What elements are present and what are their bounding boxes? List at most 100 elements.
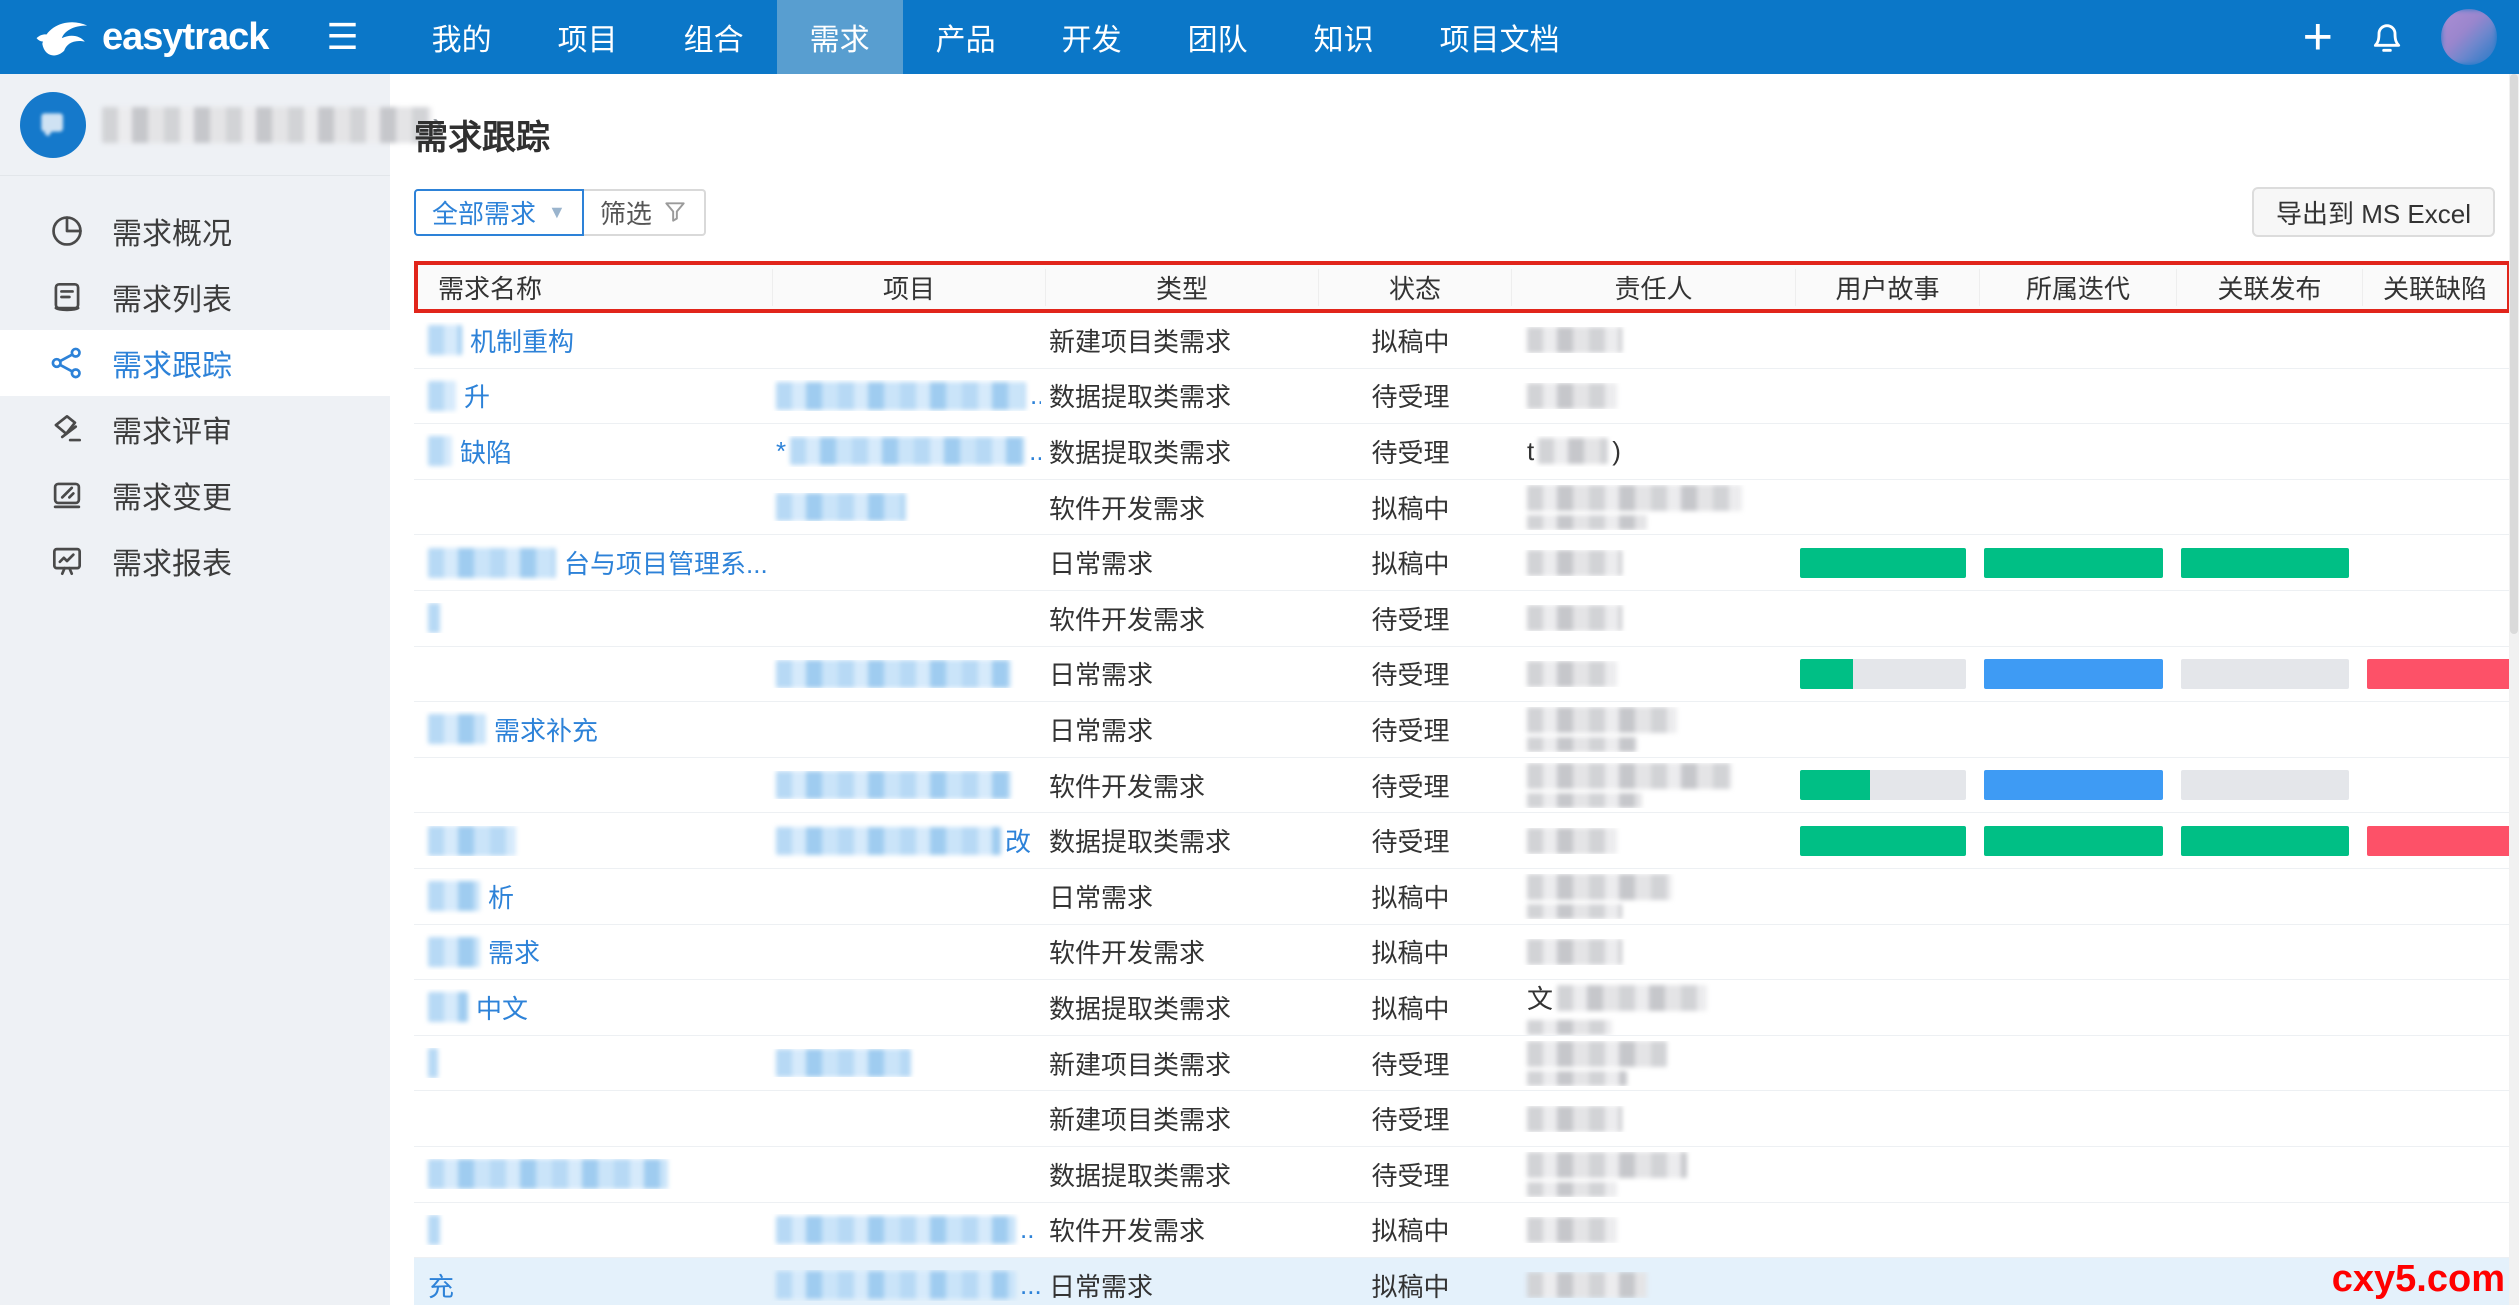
project-cell[interactable]: *... — [768, 436, 1041, 467]
sidebar-item-需求变更[interactable]: 需求变更 — [0, 462, 390, 528]
project-cell[interactable] — [768, 1049, 1041, 1077]
table-row[interactable]: 析日常需求拟稿中 — [414, 869, 2511, 925]
nav-tab-组合[interactable]: 组合 — [651, 0, 777, 74]
filter-button[interactable]: 筛选 — [584, 189, 706, 236]
scrollbar-thumb[interactable] — [2510, 74, 2518, 634]
requirement-name-cell[interactable]: 充 — [414, 1267, 768, 1304]
nav-tab-需求[interactable]: 需求 — [777, 0, 903, 74]
table-row[interactable]: 充...日常需求拟稿中 — [414, 1258, 2511, 1305]
table-row[interactable]: 新建项目类需求待受理 — [414, 1091, 2511, 1147]
nav-tab-产品[interactable]: 产品 — [903, 0, 1029, 74]
requirement-name-cell[interactable]: 析 — [414, 878, 768, 915]
sidebar-item-需求评审[interactable]: 需求评审 — [0, 396, 390, 462]
table-row[interactable]: 日常需求待受理 — [414, 647, 2511, 703]
column-header-状态[interactable]: 状态 — [1318, 269, 1511, 306]
nav-tab-开发[interactable]: 开发 — [1029, 0, 1155, 74]
column-header-类型[interactable]: 类型 — [1045, 269, 1318, 306]
add-plus-icon[interactable]: + — [2303, 11, 2333, 63]
requirement-name-cell[interactable]: 需求 — [414, 933, 768, 970]
requirement-name-cell[interactable] — [414, 826, 768, 856]
column-header-责任人[interactable]: 责任人 — [1511, 269, 1795, 306]
requirement-name-link[interactable]: 充 — [428, 1267, 454, 1304]
progress-bar[interactable] — [2181, 826, 2349, 856]
table-row[interactable]: 中文数据提取类需求拟稿中文 — [414, 980, 2511, 1036]
requirement-name-cell[interactable] — [414, 1215, 768, 1245]
progress-bar[interactable] — [2181, 548, 2349, 578]
requirement-name-link[interactable]: 台与项目管理系... — [564, 544, 768, 581]
table-row[interactable]: 数据提取类需求待受理 — [414, 1147, 2511, 1203]
hamburger-menu-icon[interactable]: ☰ — [326, 19, 358, 55]
table-row[interactable]: 台与项目管理系...日常需求拟稿中 — [414, 535, 2511, 591]
redacted-text — [1527, 1020, 1612, 1035]
sidebar-team-header[interactable]: › — [0, 74, 390, 176]
column-header-项目[interactable]: 项目 — [772, 269, 1045, 306]
user-avatar[interactable] — [2441, 9, 2497, 65]
requirement-name-cell[interactable]: 需求补充 — [414, 711, 768, 748]
table-row[interactable]: 软件开发需求待受理 — [414, 591, 2511, 647]
project-cell[interactable]: ... — [768, 1270, 1041, 1301]
requirement-name-cell[interactable]: 缺陷 — [414, 433, 768, 470]
project-cell[interactable] — [768, 771, 1041, 799]
table-row[interactable]: 软件开发需求拟稿中 — [414, 480, 2511, 536]
column-header-所属迭代[interactable]: 所属迭代 — [1979, 269, 2176, 306]
sidebar-item-需求概况[interactable]: 需求概况 — [0, 198, 390, 264]
progress-bar[interactable] — [1800, 770, 1966, 800]
requirement-name-link[interactable]: 缺陷 — [460, 433, 512, 470]
requirement-name-cell[interactable] — [414, 603, 768, 633]
sidebar-item-需求报表[interactable]: 需求报表 — [0, 528, 390, 594]
progress-bar[interactable] — [2181, 770, 2349, 800]
progress-bar[interactable] — [1984, 770, 2163, 800]
table-row[interactable]: 机制重构新建项目类需求拟稿中 — [414, 313, 2511, 369]
progress-bar[interactable] — [1984, 659, 2163, 689]
requirement-name-cell[interactable] — [414, 1048, 768, 1078]
progress-bar[interactable] — [2367, 659, 2511, 689]
requirement-name-cell[interactable] — [414, 1159, 768, 1189]
column-header-关联发布[interactable]: 关联发布 — [2176, 269, 2362, 306]
requirement-name-link[interactable]: 需求 — [488, 933, 540, 970]
progress-bar[interactable] — [1800, 548, 1966, 578]
requirement-name-cell[interactable]: 台与项目管理系... — [414, 544, 768, 581]
requirement-name-link[interactable]: 析 — [488, 878, 514, 915]
sidebar-item-需求列表[interactable]: 需求列表 — [0, 264, 390, 330]
project-cell[interactable] — [768, 660, 1041, 688]
column-header-用户故事[interactable]: 用户故事 — [1795, 269, 1979, 306]
nav-tab-项目[interactable]: 项目 — [525, 0, 651, 74]
project-cell[interactable]: 改 — [768, 822, 1041, 859]
vertical-scrollbar[interactable] — [2509, 74, 2519, 1305]
table-row[interactable]: 新建项目类需求待受理 — [414, 1036, 2511, 1092]
table-row[interactable]: 缺陷*...数据提取类需求待受理t) — [414, 424, 2511, 480]
requirement-name-link[interactable]: 升 — [464, 377, 490, 414]
export-excel-button[interactable]: 导出到 MS Excel — [2252, 187, 2495, 237]
table-row[interactable]: 需求软件开发需求拟稿中 — [414, 925, 2511, 981]
progress-bar[interactable] — [1800, 659, 1966, 689]
progress-bar[interactable] — [1984, 826, 2163, 856]
table-row[interactable]: 软件开发需求待受理 — [414, 758, 2511, 814]
progress-bar[interactable] — [1984, 548, 2163, 578]
easytrack-logo[interactable]: easytrack — [0, 14, 268, 60]
requirement-name-link[interactable]: 机制重构 — [470, 322, 574, 359]
column-header-关联缺陷[interactable]: 关联缺陷 — [2362, 269, 2507, 306]
progress-bar[interactable] — [2367, 826, 2511, 856]
nav-tab-项目文档[interactable]: 项目文档 — [1407, 0, 1593, 74]
table-row[interactable]: 升...数据提取类需求待受理 — [414, 369, 2511, 425]
column-header-需求名称[interactable]: 需求名称 — [418, 269, 772, 306]
project-cell[interactable] — [768, 493, 1041, 521]
requirement-scope-dropdown[interactable]: 全部需求 ▼ — [414, 189, 584, 236]
nav-tab-我的[interactable]: 我的 — [399, 0, 525, 74]
project-cell[interactable]: ... — [768, 380, 1041, 411]
nav-tab-知识[interactable]: 知识 — [1281, 0, 1407, 74]
progress-bar[interactable] — [1800, 826, 1966, 856]
table-row[interactable]: ..软件开发需求拟稿中 — [414, 1203, 2511, 1259]
requirement-name-link[interactable]: 中文 — [476, 989, 528, 1026]
progress-bar[interactable] — [2181, 659, 2349, 689]
table-row[interactable]: 改数据提取类需求待受理 — [414, 813, 2511, 869]
requirement-name-cell[interactable]: 升 — [414, 377, 768, 414]
project-cell[interactable]: .. — [768, 1214, 1041, 1245]
requirement-name-cell[interactable]: 中文 — [414, 989, 768, 1026]
requirement-name-link[interactable]: 需求补充 — [494, 711, 598, 748]
requirement-name-cell[interactable]: 机制重构 — [414, 322, 768, 359]
sidebar-item-需求跟踪[interactable]: 需求跟踪 — [0, 330, 390, 396]
nav-tab-团队[interactable]: 团队 — [1155, 0, 1281, 74]
table-row[interactable]: 需求补充日常需求待受理 — [414, 702, 2511, 758]
notification-bell-icon[interactable] — [2367, 17, 2407, 57]
